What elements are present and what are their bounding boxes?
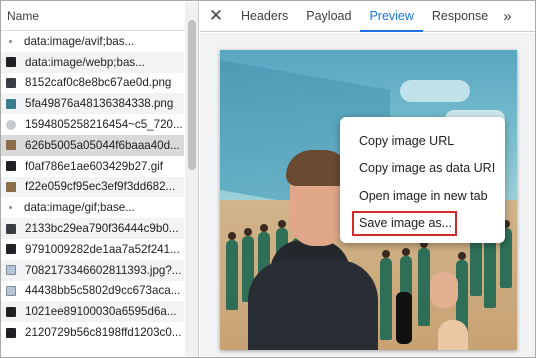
file-image-icon bbox=[6, 77, 16, 88]
file-image-icon bbox=[6, 265, 16, 276]
tab-preview[interactable]: Preview bbox=[360, 1, 424, 32]
image-person bbox=[438, 320, 468, 350]
request-name: 5fa49876a48136384338.png bbox=[25, 97, 174, 111]
request-name: f0af786e1ae603429b27.gif bbox=[25, 159, 163, 173]
more-tabs-icon[interactable]: » bbox=[497, 1, 511, 31]
request-name: data:image/avif;bas... bbox=[24, 34, 135, 48]
request-row[interactable]: 8152caf0c8e8bc67ae0d.png bbox=[1, 73, 184, 94]
detail-tabbar: ✕ Headers Payload Preview Response » bbox=[200, 1, 535, 32]
request-row[interactable]: data:image/avif;bas... bbox=[1, 31, 184, 52]
menu-item-copy-image-data-uri[interactable]: Copy image as data URI bbox=[340, 155, 505, 183]
vertical-scrollbar[interactable] bbox=[185, 2, 198, 357]
menu-item-open-image-new-tab[interactable]: Open image in new tab bbox=[340, 182, 505, 210]
request-row[interactable]: 1594805258216454~c5_720... bbox=[1, 114, 184, 135]
file-image-icon bbox=[6, 140, 16, 151]
data-uri-icon bbox=[9, 39, 12, 43]
request-row[interactable]: f22e059cf95ec3ef9f3dd682... bbox=[1, 176, 184, 198]
file-image-icon bbox=[6, 98, 16, 109]
menu-item-copy-image-url[interactable]: Copy image URL bbox=[340, 127, 505, 155]
request-name: 2120729b56c8198ffd1203c0... bbox=[25, 326, 182, 340]
request-name: 1021ee89100030a6595d6a... bbox=[25, 305, 177, 319]
request-row[interactable]: 5fa49876a48136384338.png bbox=[1, 93, 184, 115]
request-row[interactable]: 2133bc29ea790f36444c9b0... bbox=[1, 218, 184, 239]
request-name: 1594805258216454~c5_720... bbox=[25, 118, 183, 132]
request-rows: data:image/avif;bas... data:image/webp;ba… bbox=[1, 31, 184, 343]
tab-payload[interactable]: Payload bbox=[297, 1, 360, 31]
request-name: f22e059cf95ec3ef9f3dd682... bbox=[25, 180, 176, 194]
image-microphone bbox=[396, 292, 412, 344]
request-row[interactable]: 1021ee89100030a6595d6a... bbox=[1, 301, 184, 323]
image-cloud bbox=[400, 80, 470, 102]
image-hand bbox=[430, 272, 458, 308]
request-name: 2133bc29ea790f36444c9b0... bbox=[25, 222, 179, 236]
scrollbar-thumb[interactable] bbox=[188, 20, 196, 170]
request-name: 44438bb5c5802d9cc673aca... bbox=[25, 284, 181, 298]
request-name: data:image/gif;base... bbox=[24, 201, 135, 215]
image-guard-figure bbox=[380, 250, 392, 340]
image-guard-figure bbox=[484, 230, 496, 308]
file-image-icon bbox=[6, 306, 16, 317]
tab-response[interactable]: Response bbox=[423, 1, 497, 31]
request-name: 626b5005a05044f6baaa40d... bbox=[25, 138, 180, 152]
image-guard-figure bbox=[418, 240, 430, 326]
request-name: 9791009282de1aa7a52f241... bbox=[25, 242, 180, 256]
request-row[interactable]: 2120729b56c8198ffd1203c0... bbox=[1, 322, 184, 343]
request-row[interactable]: data:image/webp;bas... bbox=[1, 51, 184, 73]
file-image-icon bbox=[6, 223, 16, 234]
image-person-body bbox=[248, 260, 378, 350]
request-name: data:image/webp;bas... bbox=[25, 55, 145, 69]
highlight-box bbox=[352, 211, 457, 236]
request-row[interactable]: 44438bb5c5802d9cc673aca... bbox=[1, 281, 184, 302]
request-row[interactable]: 626b5005a05044f6baaa40d... bbox=[1, 134, 184, 156]
request-row[interactable]: 9791009282de1aa7a52f241... bbox=[1, 239, 184, 260]
file-image-icon bbox=[6, 119, 16, 130]
file-image-icon bbox=[6, 161, 16, 172]
file-image-icon bbox=[6, 327, 16, 338]
tab-headers[interactable]: Headers bbox=[232, 1, 297, 31]
request-list: Name data:image/avif;bas... data:image/we… bbox=[1, 1, 199, 357]
file-image-icon bbox=[6, 285, 16, 296]
name-column-header[interactable]: Name bbox=[1, 1, 198, 31]
request-row[interactable]: data:image/gif;base... bbox=[1, 197, 184, 218]
file-image-icon bbox=[6, 181, 16, 192]
file-image-icon bbox=[6, 244, 16, 255]
request-row[interactable]: 7082173346602811393.jpg?... bbox=[1, 259, 184, 281]
image-guard-figure bbox=[226, 232, 238, 310]
data-uri-icon bbox=[9, 206, 12, 210]
request-name: 8152caf0c8e8bc67ae0d.png bbox=[25, 76, 172, 90]
close-icon[interactable]: ✕ bbox=[200, 1, 232, 31]
request-name: 7082173346602811393.jpg?... bbox=[25, 263, 182, 277]
request-row[interactable]: f0af786e1ae603429b27.gif bbox=[1, 156, 184, 177]
file-image-icon bbox=[6, 57, 16, 68]
